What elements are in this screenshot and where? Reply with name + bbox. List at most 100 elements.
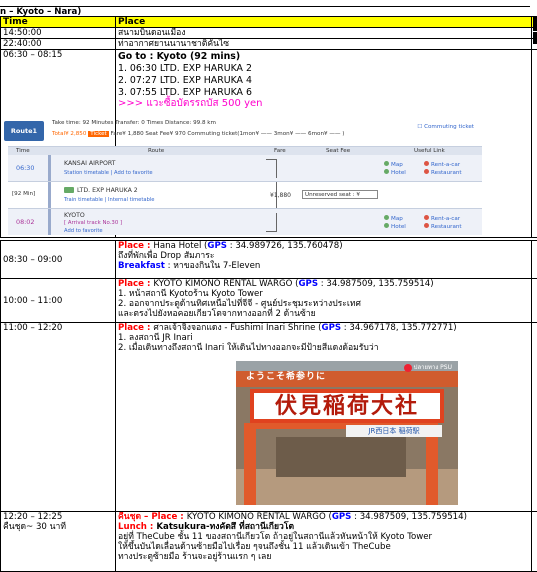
shrine-photo: ようこそ希参りに ปลายทาง PSU 伏見稲荷大社 JR西日本 稲荷駅 (236, 361, 458, 505)
train-row: [92 Min] LTD. EXP HARUKA 2 Train timetab… (8, 182, 482, 209)
train-name-wrap: LTD. EXP HARUKA 2 (64, 187, 138, 194)
fare-value: ¥1,880 (270, 192, 291, 199)
watermark-logo-icon (404, 364, 412, 372)
gps-value: : 34.989726, 135.760478) (227, 241, 343, 251)
direction-step-1: 1. ลงสถานี JR Inari (118, 333, 529, 343)
fare-breakdown: Fare¥ 1,880 Seat Fee¥ 970 Commuting tick… (111, 131, 345, 137)
route-title: Go to : Kyoto (92 mins) (118, 51, 529, 63)
hotel-icon (384, 223, 389, 228)
route-col-fare: Fare (274, 147, 286, 155)
direction-step-2: 2. เมื่อเดินทางถึงสถานี Inari ให้เดินไปท… (118, 343, 529, 353)
restaurant-icon (424, 223, 429, 228)
place-label: Place : (118, 279, 153, 289)
train-icon (64, 187, 74, 193)
map-link[interactable]: Map (391, 216, 403, 222)
col-header-place: Place (116, 17, 532, 28)
place-label: Place : (151, 512, 186, 522)
departure-links[interactable]: Station timetable | Add to favorite (64, 170, 153, 176)
route-col-useful: Useful Link (414, 147, 445, 155)
restaurant-icon (424, 169, 429, 174)
train-option-1: 1. 06:30 LTD. EXP HARUKA 2 (118, 63, 529, 75)
rent-car-link[interactable]: Rent-a-car (431, 216, 460, 222)
meal-label: Breakfast (118, 261, 165, 271)
schedule-table-lower: 08:30 – 09:00 Place : Hana Hotel (GPS : … (0, 240, 537, 572)
commuting-ticket-link[interactable]: ☐ Commuting ticket (417, 124, 474, 130)
place-cell: คืนชุด – Place : KYOTO KIMONO RENTAL WAR… (116, 512, 532, 572)
place-cell: สนามบินดอนเมือง (116, 28, 532, 39)
meal-text: : หาของกินใน 7-Eleven (165, 261, 260, 271)
lunch-direction-3: ทางประตูซ้ายมือ ร้านจะอยู่ร้านแรก ๆ เลย (118, 552, 529, 562)
gps-label: GPS (332, 512, 352, 522)
arrival-links[interactable]: Add to favorite (64, 228, 103, 234)
route-summary: Take time: 92 Minutes Transfer: 0 Times … (52, 120, 216, 126)
gps-value: : 34.987509, 135.759514) (318, 279, 434, 289)
direction-step-2: 2. ออกจากประตูด้านทิศเหนือไปที่จีจี - ศู… (118, 299, 529, 309)
useful-links-arr: Map Hotel (384, 215, 406, 231)
hotel-link[interactable]: Hotel (391, 224, 406, 230)
place-name: KYOTO KIMONO RENTAL WARGO ( (187, 512, 332, 522)
route-col-time: Time (16, 147, 30, 155)
table-row: 11:00 – 12:20 Place : ศาลเจ้าจิ้งจอกแดง … (1, 323, 537, 512)
place-label: Place : (118, 323, 153, 333)
route-card: Route1 Take time: 92 Minutes Transfer: 0… (4, 114, 482, 238)
arrival-time: 08:02 (16, 218, 34, 226)
restaurant-link[interactable]: Restaurant (431, 170, 462, 176)
gps-label: GPS (322, 323, 342, 333)
document-page: n – Kyoto – Nara) Time Place 14:50:00 สน… (0, 0, 537, 570)
rent-car-link[interactable]: Rent-a-car (431, 162, 460, 168)
gps-value: : 34.987509, 135.759514) (351, 512, 467, 522)
gps-value: : 34.967178, 135.772771) (341, 323, 457, 333)
train-links[interactable]: Train timetable | Internal timetable (64, 197, 155, 203)
place-name: Hana Hotel ( (153, 241, 207, 251)
time-cell: 12:20 – 12:25 คืนชุด~ 30 นาที (1, 512, 116, 572)
hotel-icon (384, 169, 389, 174)
total-fare: Total¥ 2,850 (52, 131, 86, 137)
route-col-route: Route (148, 147, 164, 155)
margin-marker (533, 32, 537, 44)
map-icon (384, 215, 389, 220)
watermark-text: ปลายทาง PSU (414, 364, 452, 371)
time-note: คืนชุด~ 30 นาที (3, 522, 113, 532)
table-row: 14:50:00 สนามบินดอนเมือง (1, 28, 537, 39)
place-cell: Place : Hana Hotel (GPS : 34.989726, 135… (116, 241, 532, 279)
table-row: 10:00 – 11:00 Place : KYOTO KIMONO RENTA… (1, 279, 537, 323)
margin-marker (533, 17, 537, 31)
place-note: ถึงที่พักเพื่อ Drop สัมภาระ (118, 251, 529, 261)
place-name: ศาลเจ้าจิ้งจอกแดง - Fushimi Inari Shrine… (153, 323, 321, 333)
route-tab[interactable]: Route1 (4, 121, 44, 141)
hotel-link[interactable]: Hotel (391, 170, 406, 176)
direction-step-3: และตรงไปยังหอคอยเกียวโตจากทางออกที่ 2 ด้… (118, 309, 529, 319)
train-name: LTD. EXP HARUKA 2 (77, 187, 138, 194)
time-cell: 10:00 – 11:00 (1, 279, 116, 323)
table-header-row: Time Place (1, 17, 537, 28)
place-name: KYOTO KIMONO RENTAL WARGO ( (153, 279, 298, 289)
time-range: 12:20 – 12:25 (3, 512, 113, 522)
useful-links-dep-2: Rent-a-car Restaurant (424, 161, 462, 177)
time-cell: 22:40:00 (1, 39, 116, 50)
ticket-badge: Ticket (88, 131, 109, 137)
useful-links-dep: Map Hotel (384, 161, 406, 177)
arrival-station[interactable]: KYOTO (64, 212, 85, 219)
place-label: Place : (118, 241, 153, 251)
route-col-seat: Seat Fee (326, 147, 350, 155)
table-row: 08:30 – 09:00 Place : Hana Hotel (GPS : … (1, 241, 537, 279)
lunch-text: Katsukura-ทงคัตสึ ที่สถานีเกียวโต (156, 522, 294, 532)
place-cell: ท่าอากาศยานนานาชาติคันไซ (116, 39, 532, 50)
lunch-direction-1: อยู่ที่ TheCube ชั้น 11 ของสถานีเกียวโต … (118, 532, 529, 542)
shrine-sign: 伏見稲荷大社 (250, 389, 444, 423)
time-cell: 11:00 – 12:20 (1, 323, 116, 512)
seat-type-select[interactable]: Unreserved seat : ¥ (302, 190, 378, 199)
map-link[interactable]: Map (391, 162, 403, 168)
useful-links-arr-2: Rent-a-car Restaurant (424, 215, 462, 231)
departure-time: 06:30 (16, 164, 34, 172)
departure-station[interactable]: KANSAI AIRPORT (64, 160, 115, 167)
table-row: 22:40:00 ท่าอากาศยานนานาชาติคันไซ (1, 39, 537, 50)
shrine-sign-text: 伏見稲荷大社 (254, 395, 440, 419)
car-icon (424, 215, 429, 220)
lunch-label: Lunch : (118, 522, 156, 532)
time-cell: 14:50:00 (1, 28, 116, 39)
gps-label: GPS (207, 241, 227, 251)
restaurant-link[interactable]: Restaurant (431, 224, 462, 230)
direction-step-1: 1. หน้าสถานี Kyotoร้าน Kyoto Tower (118, 289, 529, 299)
station-sign-text: JR西日本 稲荷駅 (346, 425, 442, 437)
